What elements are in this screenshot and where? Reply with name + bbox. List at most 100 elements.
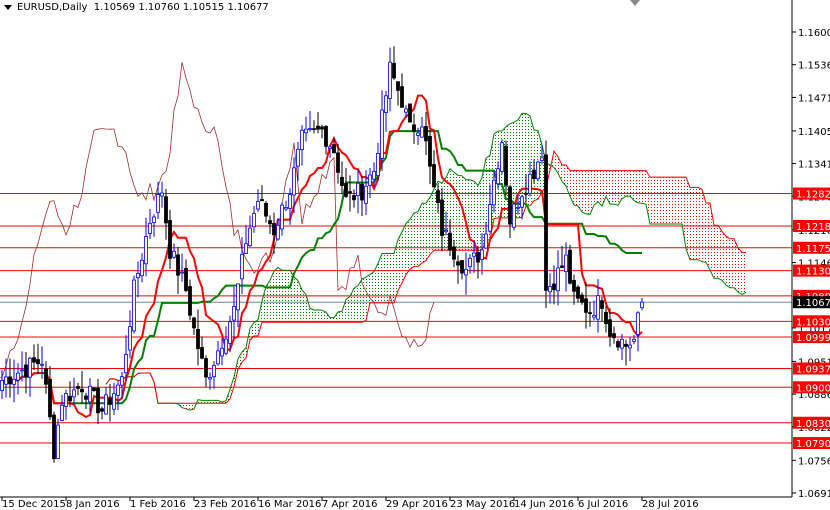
- candle-body: [412, 124, 416, 132]
- candle-body: [192, 317, 196, 329]
- candle-body: [632, 338, 636, 342]
- candle-body: [460, 260, 464, 274]
- candle-body: [244, 243, 248, 254]
- candle-body: [440, 199, 444, 236]
- cloud-segment-bullish: [418, 203, 422, 267]
- candle-body: [20, 369, 24, 372]
- candle-body: [184, 267, 188, 291]
- price-tick-label: 1.13410: [798, 160, 830, 171]
- candle-body: [116, 384, 120, 396]
- candle-body: [140, 259, 144, 277]
- cloud-segment-bearish: [718, 225, 722, 281]
- candle-body: [0, 379, 4, 391]
- candle-body: [288, 194, 292, 209]
- ichimoku-cloud: [106, 113, 746, 411]
- cloud-segment-bearish: [726, 236, 730, 288]
- candle-body: [392, 62, 396, 79]
- candle-body: [80, 388, 84, 393]
- candle-body: [156, 194, 160, 213]
- candle-body: [376, 153, 380, 176]
- shift-marker-icon[interactable]: [630, 0, 640, 6]
- candle-body: [404, 108, 408, 113]
- cloud-segment-bearish: [634, 170, 638, 203]
- candle-body: [128, 326, 132, 351]
- cloud-segment-bullish: [478, 177, 482, 251]
- candle-body: [112, 393, 116, 410]
- candle-body: [72, 389, 76, 398]
- candle-body: [484, 233, 488, 249]
- candle-body: [588, 312, 592, 315]
- current-price-label: 1.10677: [796, 298, 830, 309]
- candle-body: [448, 232, 452, 251]
- cloud-segment-bearish: [622, 170, 626, 199]
- level-label: 1.08300: [796, 419, 830, 430]
- time-tick-label: 7 Apr 2016: [322, 499, 377, 510]
- candle-body: [60, 404, 64, 421]
- cloud-segment-bearish: [662, 177, 666, 224]
- candle-body: [292, 167, 296, 196]
- cloud-segment-bearish: [670, 177, 674, 224]
- price-tick-label: 1.07560: [798, 456, 830, 467]
- cloud-segment-bearish: [626, 170, 630, 197]
- candle-body: [572, 279, 576, 292]
- cloud-segment-bullish: [398, 231, 402, 291]
- candle-body: [240, 253, 244, 280]
- candle-body: [24, 364, 28, 377]
- candle-body: [512, 203, 516, 228]
- candle-body: [500, 142, 504, 172]
- cloud-segment-bearish: [658, 177, 662, 224]
- candle-body: [100, 408, 104, 412]
- candle-body: [124, 354, 128, 374]
- candle-body: [308, 128, 312, 131]
- candle-body: [584, 298, 588, 313]
- candle-body: [596, 295, 600, 320]
- candle-body: [152, 216, 156, 223]
- level-label: 1.09000: [796, 383, 830, 394]
- candle-body: [436, 190, 440, 203]
- time-tick-label: 15 Dec 2015: [2, 499, 66, 510]
- candle-body: [396, 81, 400, 91]
- candle-body: [576, 286, 580, 299]
- cloud-segment-bearish: [694, 187, 698, 260]
- candle-body: [408, 103, 412, 123]
- candle-body: [208, 376, 212, 380]
- candle-body: [92, 387, 96, 392]
- candle-body: [44, 368, 48, 385]
- high-value: 1.10760: [138, 2, 180, 13]
- candle-body: [236, 283, 240, 311]
- candle-body: [84, 395, 88, 400]
- cloud-segment-bearish: [666, 177, 670, 224]
- candle-body: [424, 125, 428, 142]
- cloud-segment-bullish: [354, 285, 358, 323]
- candle-body: [568, 249, 572, 284]
- cloud-segment-bullish: [306, 294, 310, 323]
- cloud-segment-bullish: [274, 267, 278, 323]
- candle-body: [108, 398, 112, 405]
- candle-body: [540, 157, 544, 162]
- candle-body: [384, 95, 388, 113]
- cloud-segment-bearish: [586, 170, 590, 215]
- candle-body: [232, 306, 236, 321]
- cloud-segment-bullish: [458, 175, 462, 251]
- candle-body: [204, 358, 208, 378]
- candle-body: [564, 254, 568, 273]
- candle-body: [340, 176, 344, 186]
- cloud-segment-bullish: [406, 219, 410, 275]
- price-tick-label: 1.16005: [798, 28, 830, 39]
- cloud-segment-bullish: [414, 211, 418, 267]
- candle-body: [364, 185, 368, 204]
- price-tick-label: 1.15360: [798, 61, 830, 72]
- candle-body: [296, 148, 300, 167]
- candle-body: [176, 254, 180, 276]
- candle-body: [380, 109, 384, 159]
- cloud-segment-bearish: [610, 170, 614, 205]
- candle-body: [12, 378, 16, 385]
- time-tick-label: 6 Jul 2016: [578, 499, 628, 510]
- candle-body: [388, 61, 392, 99]
- level-label: 1.10300: [796, 317, 830, 328]
- symbol-label: EURUSD,Daily: [17, 2, 88, 13]
- candle-body: [264, 202, 268, 217]
- dropdown-triangle-icon[interactable]: [4, 4, 12, 10]
- candle-body: [256, 200, 260, 210]
- price-chart[interactable]: 1.160051.153601.147151.140551.134101.127…: [0, 0, 830, 510]
